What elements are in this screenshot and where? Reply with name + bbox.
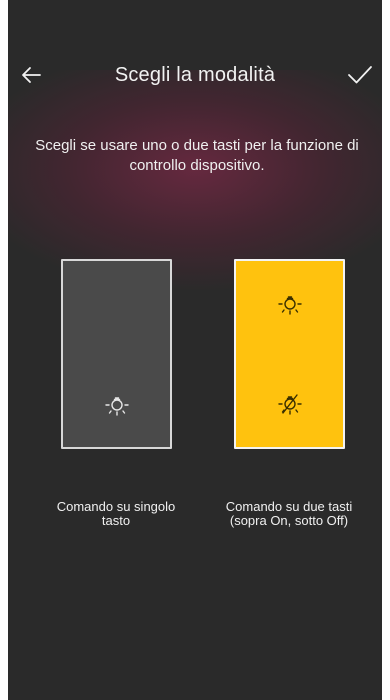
header-bar: Scegli la modalità	[8, 58, 382, 98]
light-bulb-off-icon	[278, 394, 302, 415]
confirm-button[interactable]	[342, 58, 378, 92]
option-single-key-label: Comando su singolo tasto	[56, 499, 176, 528]
light-bulb-on-icon	[278, 296, 302, 315]
checkmark-icon	[348, 66, 372, 84]
page-title: Scegli la modalità	[114, 64, 276, 86]
single-key-tile[interactable]	[61, 259, 172, 449]
two-keys-tile[interactable]	[234, 259, 345, 449]
option-two-keys-label: Comando su due tasti (sopra On, sotto Of…	[225, 499, 353, 528]
description-text: Scegli se usare uno o due tasti per la f…	[35, 137, 359, 174]
light-bulb-icon	[105, 397, 129, 416]
app-screen: Scegli la modalità Scegli se usare uno o…	[8, 0, 382, 700]
background-glow	[8, 70, 382, 290]
